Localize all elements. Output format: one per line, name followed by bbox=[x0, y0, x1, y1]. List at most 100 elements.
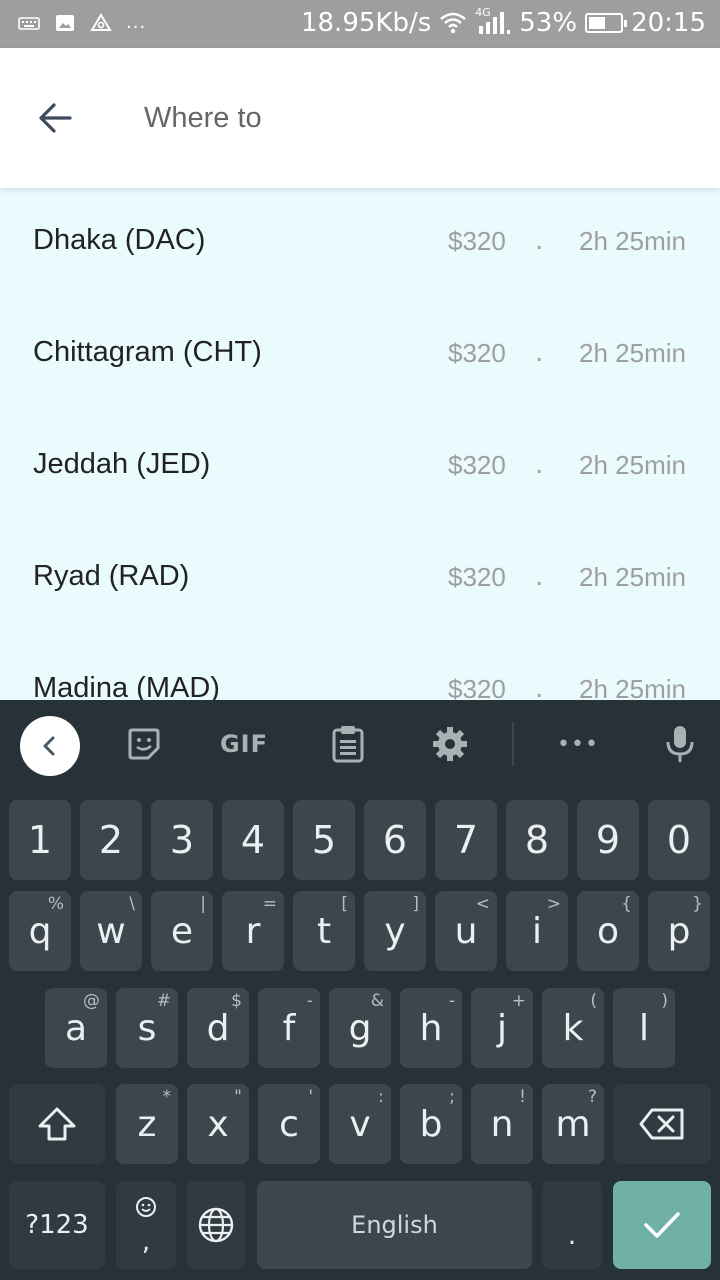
key-hint: } bbox=[692, 894, 703, 914]
key-hint: ? bbox=[587, 1087, 597, 1107]
key-m[interactable]: m? bbox=[542, 1084, 604, 1164]
period-key[interactable]: . bbox=[542, 1181, 602, 1269]
key-label: 1 bbox=[27, 818, 53, 862]
key-label: ?123 bbox=[25, 1210, 89, 1240]
soft-keyboard: GIF ••• 1 2 3 4 5 6 7 8 9 0 q% w \ e | r = t[y] u < i > o{p} a @… bbox=[0, 700, 720, 1280]
key-label: l bbox=[638, 1007, 649, 1049]
enter-key[interactable] bbox=[613, 1181, 711, 1269]
key-u[interactable]: u < bbox=[435, 891, 497, 971]
gear-icon bbox=[433, 727, 467, 761]
key-n[interactable]: n! bbox=[471, 1084, 533, 1164]
key-s[interactable]: s # bbox=[116, 988, 178, 1068]
key-7[interactable]: 7 bbox=[435, 800, 497, 880]
key-6[interactable]: 6 bbox=[364, 800, 426, 880]
key-label: 6 bbox=[382, 818, 408, 862]
key-label: d bbox=[206, 1007, 230, 1049]
clipboard-button[interactable] bbox=[326, 722, 370, 766]
key-t[interactable]: t[ bbox=[293, 891, 355, 971]
back-arrow-icon[interactable] bbox=[36, 98, 76, 138]
key-f[interactable]: f- bbox=[258, 988, 320, 1068]
key-l[interactable]: l) bbox=[613, 988, 675, 1068]
key-w[interactable]: w \ bbox=[80, 891, 142, 971]
key-c[interactable]: c ' bbox=[258, 1084, 320, 1164]
key-g[interactable]: g & bbox=[329, 988, 391, 1068]
key-hint: ; bbox=[449, 1087, 455, 1107]
key-2[interactable]: 2 bbox=[80, 800, 142, 880]
gif-button[interactable]: GIF bbox=[214, 722, 274, 766]
key-v[interactable]: v: bbox=[329, 1084, 391, 1164]
key-label: 8 bbox=[524, 818, 550, 862]
destination-price: $320 bbox=[448, 338, 506, 368]
key-x[interactable]: x " bbox=[187, 1084, 249, 1164]
key-0[interactable]: 0 bbox=[648, 800, 710, 880]
emoji-comma-key[interactable]: , bbox=[116, 1181, 176, 1269]
key-a[interactable]: a @ bbox=[45, 988, 107, 1068]
key-1[interactable]: 1 bbox=[9, 800, 71, 880]
destination-row[interactable]: Jeddah (JED) $320. 2h 25min bbox=[0, 412, 720, 524]
destination-row[interactable]: Chittagram (CHT) $320. 2h 25min bbox=[0, 300, 720, 412]
search-header bbox=[0, 48, 720, 188]
microphone-icon bbox=[666, 726, 694, 762]
globe-icon bbox=[198, 1207, 234, 1243]
key-r[interactable]: r = bbox=[222, 891, 284, 971]
language-key[interactable] bbox=[186, 1181, 246, 1269]
key-label: u bbox=[454, 910, 478, 952]
key-j[interactable]: j + bbox=[471, 988, 533, 1068]
key-b[interactable]: b; bbox=[400, 1084, 462, 1164]
key-5[interactable]: 5 bbox=[293, 800, 355, 880]
battery-icon bbox=[585, 13, 628, 33]
destination-duration: 2h 25min bbox=[579, 674, 686, 700]
key-hint: = bbox=[262, 894, 277, 914]
sticker-button[interactable] bbox=[122, 722, 166, 766]
key-h[interactable]: h- bbox=[400, 988, 462, 1068]
key-q[interactable]: q% bbox=[9, 891, 71, 971]
key-hint: > bbox=[546, 894, 561, 914]
where-to-input[interactable] bbox=[144, 96, 664, 140]
key-hint: @ bbox=[83, 991, 100, 1011]
key-label: English bbox=[351, 1211, 438, 1239]
key-z[interactable]: z * bbox=[116, 1084, 178, 1164]
key-hint: | bbox=[200, 894, 206, 914]
keyboard-collapse-button[interactable] bbox=[20, 716, 80, 776]
key-label: c bbox=[279, 1103, 299, 1145]
drive-icon bbox=[90, 13, 112, 31]
toolbar-divider bbox=[512, 722, 514, 766]
key-p[interactable]: p} bbox=[648, 891, 710, 971]
key-label: t bbox=[316, 910, 332, 952]
key-label: r bbox=[245, 910, 261, 952]
destination-separator: . bbox=[535, 450, 544, 480]
settings-button[interactable] bbox=[428, 722, 472, 766]
destination-separator: . bbox=[535, 338, 544, 368]
destination-row[interactable]: Dhaka (DAC) $320. 2h 25min bbox=[0, 188, 720, 300]
symbols-key[interactable]: ?123 bbox=[9, 1181, 105, 1269]
key-8[interactable]: 8 bbox=[506, 800, 568, 880]
destination-row[interactable]: Madina (MAD) $320. 2h 25min bbox=[0, 636, 720, 700]
key-label: 7 bbox=[453, 818, 479, 862]
clipboard-icon bbox=[332, 726, 364, 763]
key-k[interactable]: k( bbox=[542, 988, 604, 1068]
destination-row[interactable]: Ryad (RAD) $320. 2h 25min bbox=[0, 524, 720, 636]
key-e[interactable]: e | bbox=[151, 891, 213, 971]
battery-fill bbox=[589, 17, 605, 29]
key-label: a bbox=[64, 1007, 88, 1049]
space-key[interactable]: English bbox=[257, 1181, 532, 1269]
backspace-key[interactable] bbox=[613, 1084, 711, 1164]
more-button[interactable]: ••• bbox=[556, 722, 600, 766]
key-i[interactable]: i > bbox=[506, 891, 568, 971]
key-label: 0 bbox=[666, 818, 692, 862]
key-y[interactable]: y] bbox=[364, 891, 426, 971]
key-3[interactable]: 3 bbox=[151, 800, 213, 880]
shift-key[interactable] bbox=[9, 1084, 105, 1164]
destination-price: $320 bbox=[448, 226, 506, 256]
voice-input-button[interactable] bbox=[660, 722, 700, 766]
key-label: q bbox=[28, 910, 52, 952]
key-label: e bbox=[170, 910, 194, 952]
key-d[interactable]: d $ bbox=[187, 988, 249, 1068]
key-o[interactable]: o{ bbox=[577, 891, 639, 971]
key-label: h bbox=[419, 1007, 443, 1049]
key-4[interactable]: 4 bbox=[222, 800, 284, 880]
key-9[interactable]: 9 bbox=[577, 800, 639, 880]
network-speed: 18.95Kb/s bbox=[300, 8, 432, 38]
destination-city: Jeddah (JED) bbox=[33, 448, 211, 480]
keyboard-toolbar: GIF ••• bbox=[0, 700, 720, 788]
